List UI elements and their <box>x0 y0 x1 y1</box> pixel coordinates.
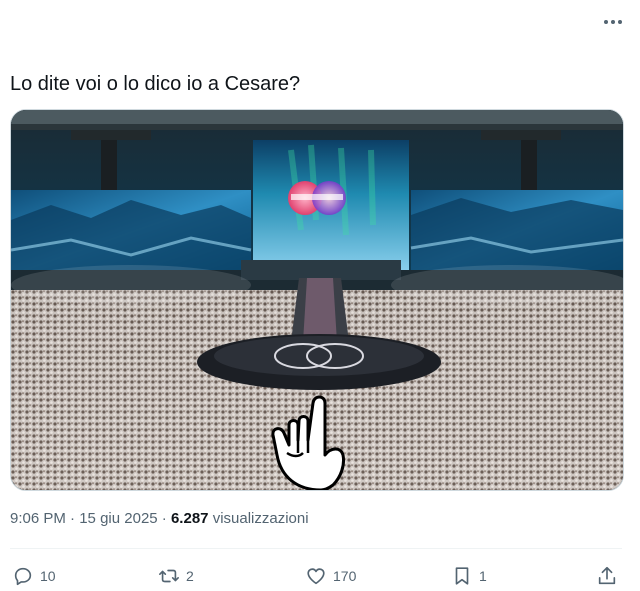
tweet-date[interactable]: 15 giu 2025 <box>79 510 157 527</box>
bookmark-button[interactable]: 1 <box>451 562 487 590</box>
tweet-actions: 10 2 170 1 <box>0 562 640 590</box>
like-button[interactable]: 170 <box>305 562 356 590</box>
reply-count: 10 <box>40 568 56 584</box>
reply-button[interactable]: 10 <box>12 562 56 590</box>
tweet-meta: 9:06 PM · 15 giu 2025 · 6.287 visualizza… <box>10 510 309 527</box>
repost-count: 2 <box>186 568 194 584</box>
like-count: 170 <box>333 568 357 584</box>
views-count: 6.287 <box>170 510 209 527</box>
like-icon <box>307 568 325 585</box>
divider <box>10 548 622 549</box>
bookmark-count: 1 <box>479 568 487 584</box>
more-icon <box>604 20 622 24</box>
meta-separator: · <box>161 510 171 527</box>
bookmark-icon <box>455 567 469 585</box>
views-label: visualizzazioni <box>212 510 309 527</box>
share-button[interactable] <box>596 562 618 590</box>
more-options-button[interactable] <box>598 12 628 32</box>
reply-icon <box>14 567 32 586</box>
tweet-time[interactable]: 9:06 PM <box>10 510 66 527</box>
tweet-text: Lo dite voi o lo dico io a Cesare? <box>10 73 301 95</box>
meta-separator: · <box>70 510 80 527</box>
repost-button[interactable]: 2 <box>158 562 194 590</box>
tweet-media[interactable] <box>10 109 624 491</box>
share-icon <box>598 566 616 585</box>
repost-icon <box>159 569 179 583</box>
